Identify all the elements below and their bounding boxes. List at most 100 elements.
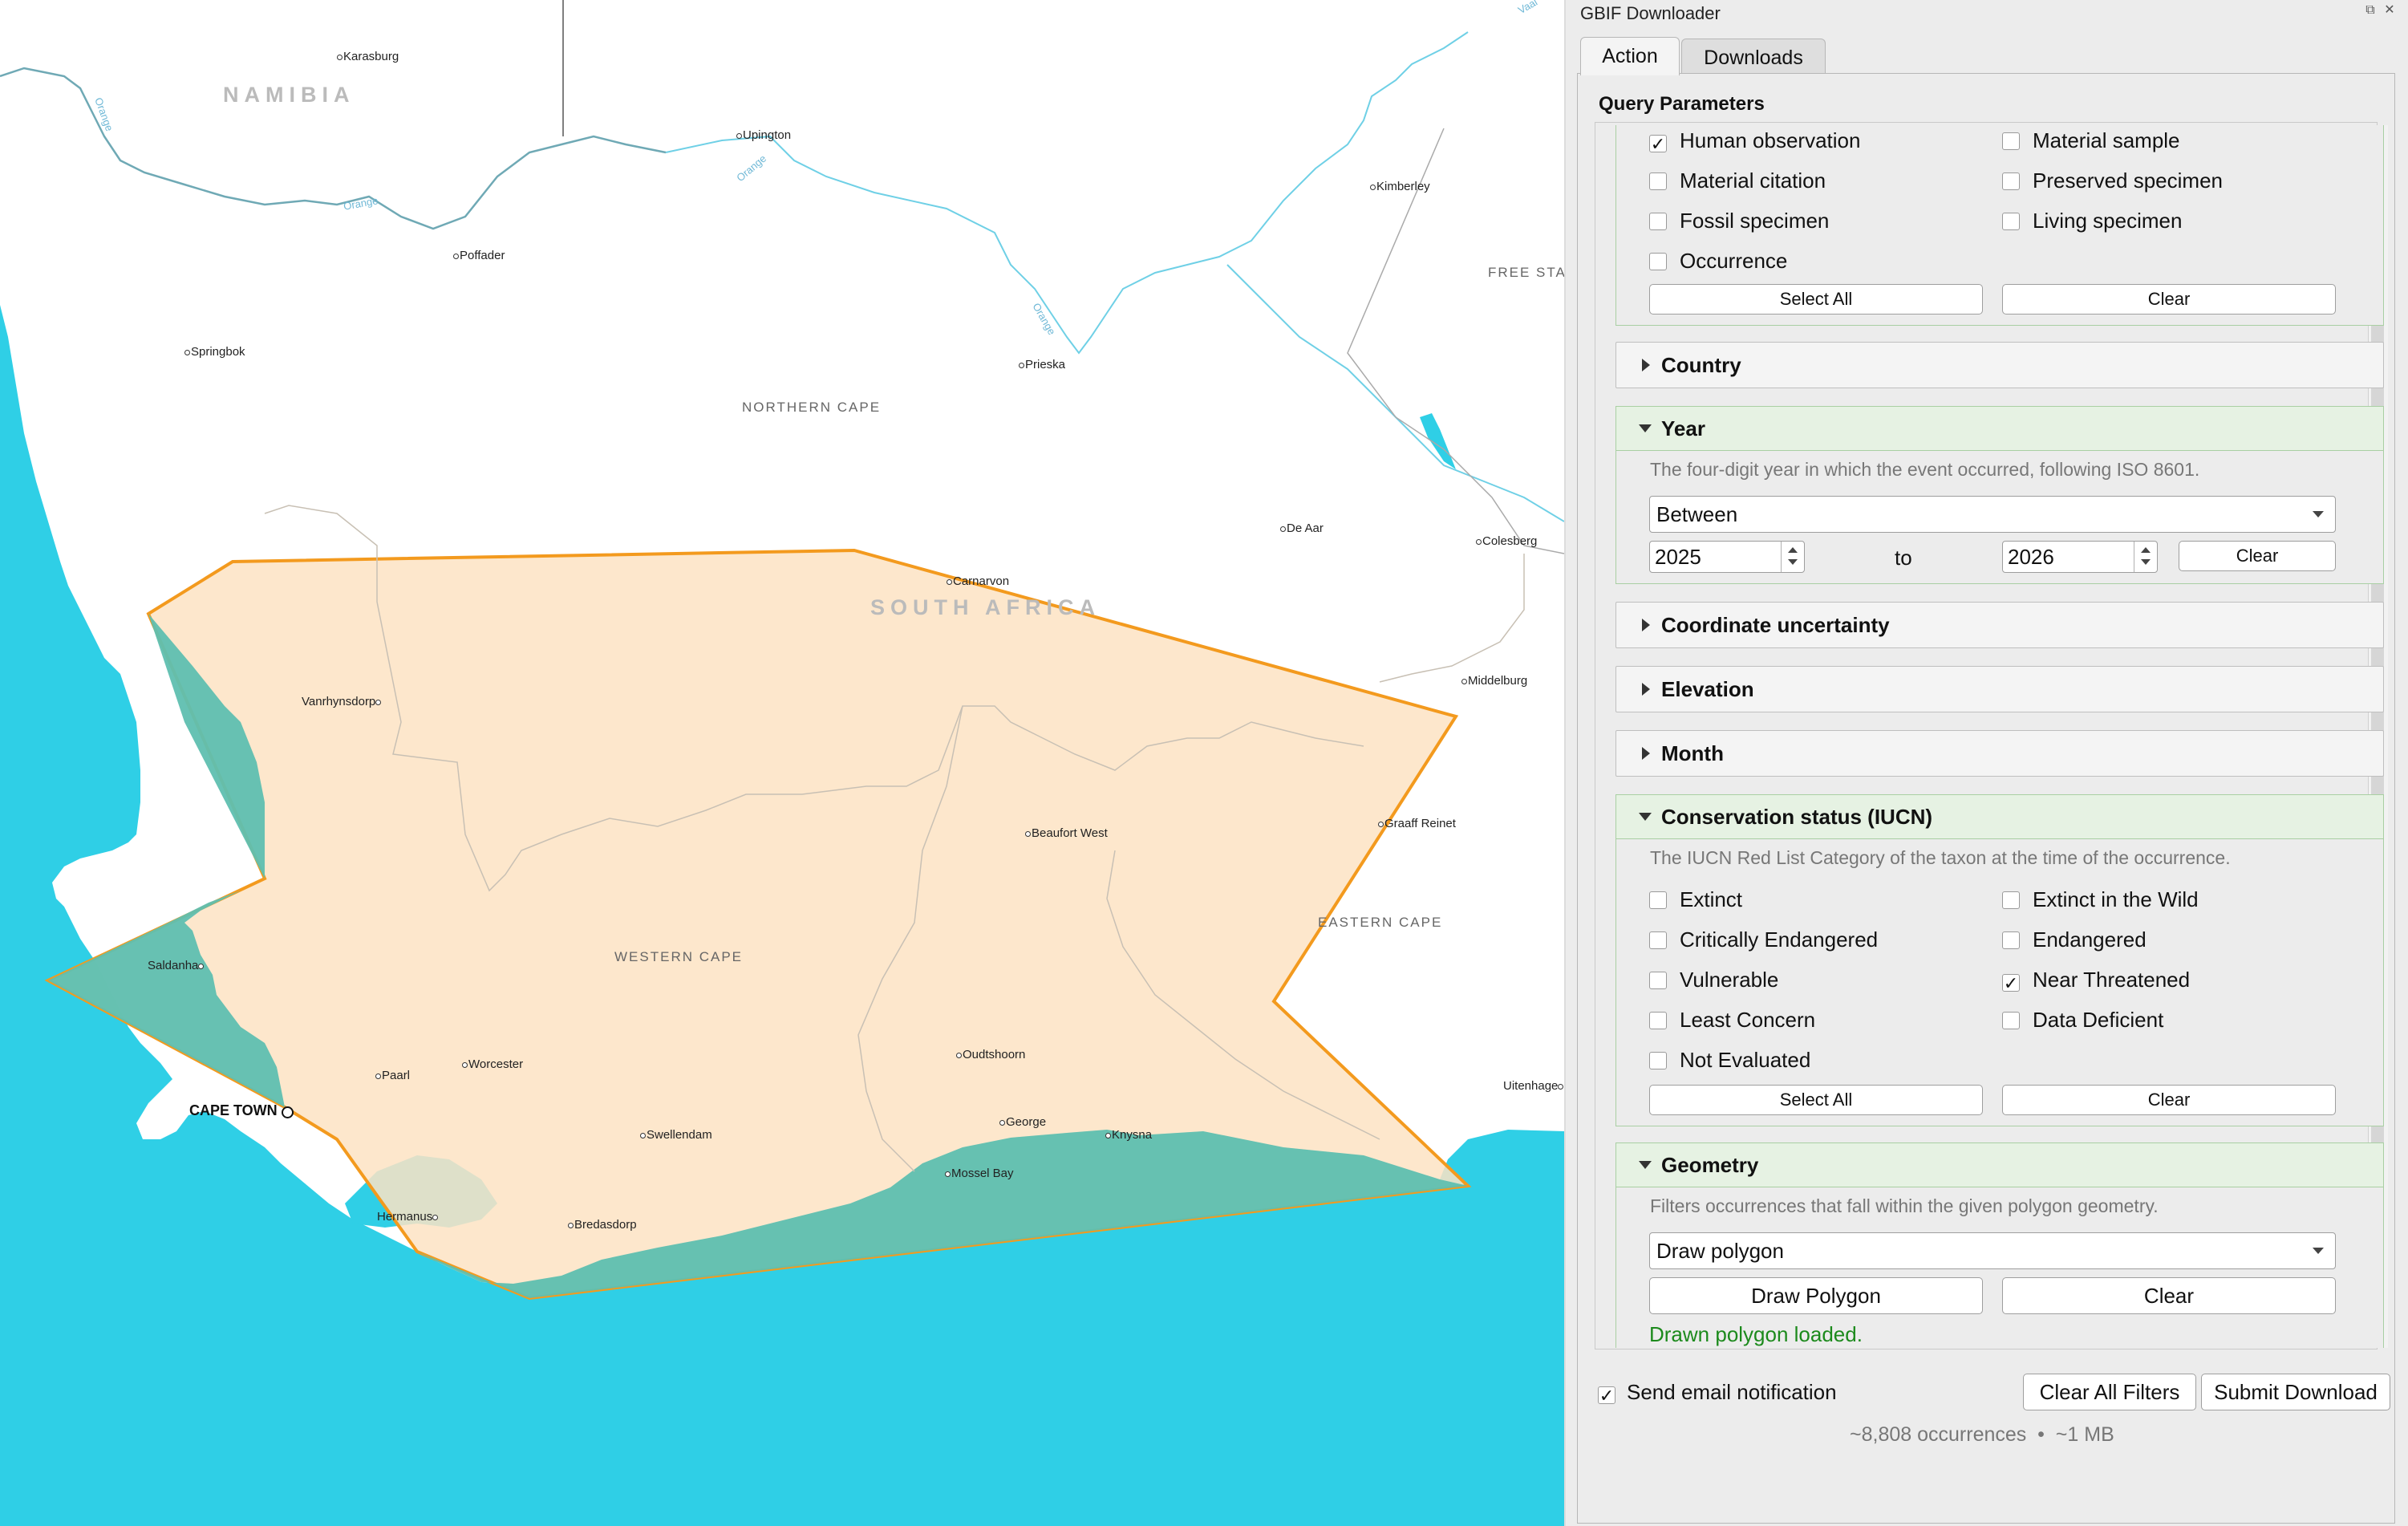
- checkbox-not-evaluated[interactable]: Not Evaluated: [1649, 1048, 1810, 1073]
- place-worcester: Worcester: [462, 1057, 523, 1071]
- checkbox-living-specimen[interactable]: Living specimen: [2002, 209, 2182, 233]
- checkbox-box[interactable]: [2002, 213, 2020, 230]
- place-dot-icon: [432, 1214, 439, 1220]
- place-uitenhage: Uitenhage: [1503, 1079, 1564, 1093]
- basis-select-all-button[interactable]: Select All: [1649, 284, 1983, 315]
- checkbox-box[interactable]: [1649, 972, 1667, 989]
- checkbox-box[interactable]: [1649, 213, 1667, 230]
- checkbox-box[interactable]: [2002, 1012, 2020, 1029]
- checkbox-box[interactable]: [2002, 172, 2020, 190]
- checkbox-vulnerable[interactable]: Vulnerable: [1649, 968, 1778, 992]
- checkbox-box[interactable]: [1649, 1012, 1667, 1029]
- checkbox-box[interactable]: [2002, 931, 2020, 949]
- year-clear-button[interactable]: Clear: [2179, 541, 2336, 571]
- place-dot-icon: [1025, 830, 1031, 837]
- query-parameters-label: Query Parameters: [1599, 93, 1765, 115]
- country-section[interactable]: Country: [1615, 342, 2384, 388]
- checkbox-label: Extinct in the Wild: [2033, 887, 2199, 911]
- conservation-header[interactable]: Conservation status (IUCN): [1616, 795, 2383, 839]
- place-name: Worcester: [468, 1057, 524, 1071]
- place-george: George: [999, 1115, 1046, 1129]
- checkbox-box[interactable]: [2002, 132, 2020, 150]
- checkbox-box[interactable]: [1649, 1052, 1667, 1069]
- place-dot-icon: [184, 349, 190, 355]
- checkbox-material-citation[interactable]: Material citation: [1649, 168, 1826, 193]
- geometry-mode-select[interactable]: Draw polygon: [1649, 1232, 2336, 1269]
- place-dot-icon: [1476, 538, 1482, 545]
- spin-down-icon[interactable]: [1788, 559, 1798, 565]
- checkbox-human-observation[interactable]: ✓ Human observation: [1649, 128, 1860, 153]
- checkbox-box[interactable]: ✓: [1598, 1386, 1615, 1405]
- place-swellendam: Swellendam: [640, 1128, 712, 1142]
- place-name: Bredasdorp: [574, 1218, 637, 1232]
- checkbox-box[interactable]: ✓: [2002, 974, 2020, 992]
- email-notification-checkbox[interactable]: ✓ Send email notification: [1598, 1380, 1837, 1405]
- place-dot-icon: [1370, 184, 1376, 190]
- place-name: Upington: [743, 128, 792, 142]
- checkbox-label: Living specimen: [2033, 209, 2183, 233]
- checkbox-occurrence[interactable]: Occurrence: [1649, 249, 1787, 274]
- draw-polygon-button[interactable]: Draw Polygon: [1649, 1277, 1983, 1314]
- checkbox-box[interactable]: [1649, 172, 1667, 190]
- month-section[interactable]: Month: [1615, 730, 2384, 777]
- year-mode-select[interactable]: Between: [1649, 496, 2336, 533]
- place-name: Oudtshoorn: [963, 1048, 1026, 1061]
- select-value: Between: [1656, 502, 1738, 526]
- checkbox-box[interactable]: [2002, 891, 2020, 909]
- geometry-header[interactable]: Geometry: [1616, 1143, 2383, 1187]
- place-name: Saldanha: [148, 959, 199, 972]
- checkbox-material-sample[interactable]: Material sample: [2002, 128, 2180, 153]
- clear-all-filters-button[interactable]: Clear All Filters: [2023, 1374, 2196, 1410]
- basis-clear-button[interactable]: Clear: [2002, 284, 2336, 315]
- checkbox-label: Critically Endangered: [1680, 927, 1879, 952]
- checkbox-data-deficient[interactable]: Data Deficient: [2002, 1008, 2163, 1033]
- place-dot-icon: [462, 1061, 468, 1068]
- spin-down-icon[interactable]: [2141, 559, 2151, 565]
- checkbox-critically-endangered[interactable]: Critically Endangered: [1649, 927, 1878, 952]
- year-from-spinbox[interactable]: 2025: [1649, 541, 1805, 573]
- place-karasburg: Karasburg: [337, 50, 399, 63]
- place-name: Knysna: [1112, 1128, 1153, 1142]
- year-header[interactable]: Year: [1616, 407, 2383, 451]
- section-label: Month: [1661, 741, 1724, 765]
- tab-downloads[interactable]: Downloads: [1681, 39, 1826, 74]
- region-label-western-cape: WESTERN CAPE: [614, 949, 744, 964]
- checkbox-label: Data Deficient: [2033, 1008, 2164, 1032]
- close-icon[interactable]: ✕: [2382, 3, 2397, 18]
- panel-title: GBIF Downloader: [1580, 3, 1721, 23]
- coordinate-uncertainty-section[interactable]: Coordinate uncertainty: [1615, 602, 2384, 648]
- place-name: De Aar: [1287, 522, 1324, 535]
- place-beaufort-west: Beaufort West: [1025, 826, 1108, 840]
- year-to-spinbox[interactable]: 2026: [2002, 541, 2158, 573]
- place-de-aar: De Aar: [1280, 522, 1324, 535]
- checkbox-near-threatened[interactable]: ✓ Near Threatened: [2002, 968, 2190, 992]
- spin-up-icon[interactable]: [1788, 547, 1798, 553]
- map-canvas[interactable]: NAMIBIA SOUTH AFRICA NORTHERN CAPE WESTE…: [0, 0, 1565, 1526]
- conservation-select-all-button[interactable]: Select All: [1649, 1085, 1983, 1115]
- place-graaff-reinet: Graaff Reinet: [1378, 817, 1456, 830]
- checkbox-box[interactable]: [1649, 931, 1667, 949]
- checkbox-extinct-in-the-wild[interactable]: Extinct in the Wild: [2002, 887, 2199, 912]
- checkbox-least-concern[interactable]: Least Concern: [1649, 1008, 1815, 1033]
- checkbox-endangered[interactable]: Endangered: [2002, 927, 2147, 952]
- geometry-description: Filters occurrences that fall within the…: [1650, 1195, 2159, 1216]
- checkbox-preserved-specimen[interactable]: Preserved specimen: [2002, 168, 2223, 193]
- checkbox-fossil-specimen[interactable]: Fossil specimen: [1649, 209, 1829, 233]
- conservation-clear-button[interactable]: Clear: [2002, 1085, 2336, 1115]
- tab-action[interactable]: Action: [1580, 37, 1680, 75]
- spinbox-arrows[interactable]: [1781, 542, 1804, 572]
- geometry-clear-button[interactable]: Clear: [2002, 1277, 2336, 1314]
- elevation-section[interactable]: Elevation: [1615, 666, 2384, 712]
- expand-arrow-icon: [1642, 619, 1650, 631]
- checkbox-box[interactable]: [1649, 253, 1667, 270]
- place-cape-town: CAPE TOWN: [189, 1102, 294, 1119]
- restore-icon[interactable]: ⧉: [2363, 3, 2378, 18]
- place-colesberg: Colesberg: [1476, 534, 1537, 548]
- checkbox-box[interactable]: ✓: [1649, 135, 1667, 153]
- checkbox-box[interactable]: [1649, 891, 1667, 909]
- checkbox-extinct[interactable]: Extinct: [1649, 887, 1742, 912]
- submit-download-button[interactable]: Submit Download: [2201, 1374, 2390, 1410]
- spin-up-icon[interactable]: [2141, 547, 2151, 553]
- expand-arrow-icon: [1642, 747, 1650, 760]
- spinbox-arrows[interactable]: [2134, 542, 2157, 572]
